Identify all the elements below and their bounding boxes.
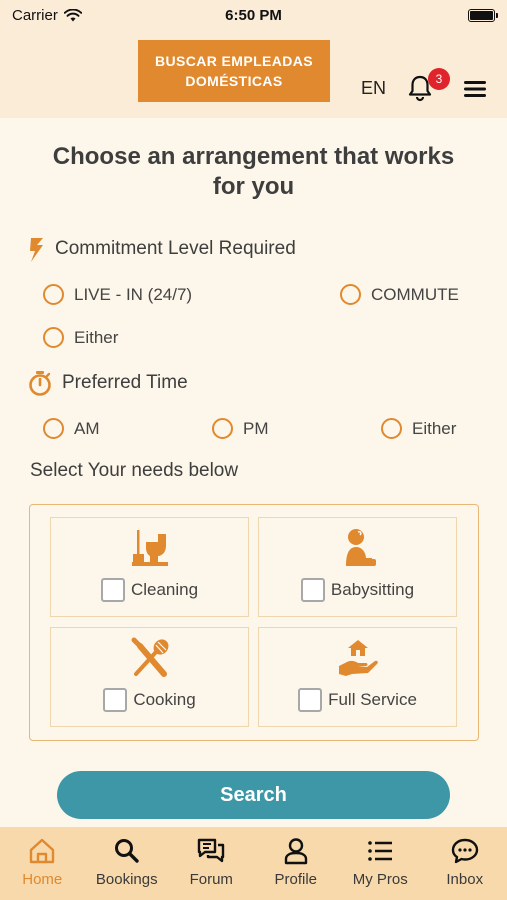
home-icon	[30, 838, 55, 864]
commitment-label: Commitment Level Required	[55, 238, 296, 259]
checkbox-cooking[interactable]	[103, 688, 128, 712]
language-selector[interactable]: EN	[361, 78, 386, 99]
radio-am[interactable]: AM	[43, 418, 100, 439]
need-check-row[interactable]: Babysitting	[259, 578, 456, 602]
need-card-babysitting[interactable]: Babysitting	[258, 517, 457, 617]
user-icon	[284, 838, 307, 865]
status-bar: Carrier 6:50 PM	[0, 0, 507, 30]
radio-circle[interactable]	[212, 418, 233, 439]
radio-label: COMMUTE	[371, 284, 459, 304]
tab-label: Home	[22, 871, 63, 888]
tab-label: Bookings	[95, 871, 158, 888]
need-label: Full Service	[328, 690, 417, 709]
brand-logo-button[interactable]: BUSCAR EMPLEADAS DOMÉSTICAS	[138, 40, 330, 102]
need-label: Babysitting	[330, 580, 415, 599]
need-card-full-service[interactable]: Full Service	[258, 627, 457, 727]
tab-forum[interactable]: Forum	[169, 827, 254, 900]
notification-badge: 3	[428, 68, 450, 90]
need-label: Cleaning	[130, 580, 199, 599]
app-header: BUSCAR EMPLEADAS DOMÉSTICAS EN 3	[0, 30, 507, 118]
tab-label: Inbox	[446, 871, 484, 888]
radio-label: LIVE - IN (24/7)	[74, 284, 193, 304]
chat-icon	[198, 838, 225, 863]
list-icon	[368, 841, 393, 861]
stopwatch-icon	[29, 371, 51, 396]
radio-label: AM	[74, 418, 100, 438]
radio-label: Either	[74, 327, 119, 347]
radio-commitment-either[interactable]: Either	[43, 327, 118, 348]
full-service-icon	[338, 640, 378, 676]
tab-profile[interactable]: Profile	[254, 827, 339, 900]
need-card-cooking[interactable]: Cooking	[50, 627, 249, 727]
needs-grid: Cleaning Babysitting Cooking Full Servic…	[29, 504, 479, 741]
search-icon	[114, 839, 139, 863]
radio-label: Either	[412, 418, 457, 438]
commitment-icon	[30, 238, 43, 262]
wifi-icon	[63, 8, 82, 21]
cooking-icon	[131, 637, 168, 677]
need-check-row[interactable]: Full Service	[259, 688, 456, 712]
checkbox-babysitting[interactable]	[300, 578, 325, 602]
hamburger-menu-icon[interactable]	[464, 80, 486, 98]
preferred-time-label: Preferred Time	[62, 372, 188, 393]
radio-pm[interactable]: PM	[212, 418, 269, 439]
status-left: Carrier	[12, 7, 82, 24]
radio-circle[interactable]	[381, 418, 402, 439]
tab-my-pros[interactable]: My Pros	[338, 827, 423, 900]
radio-time-either[interactable]: Either	[381, 418, 456, 439]
tab-bar: Home Bookings Forum Profile My Pros Inbo…	[0, 827, 507, 900]
checkbox-cleaning[interactable]	[100, 578, 125, 602]
tab-inbox[interactable]: Inbox	[423, 827, 507, 900]
need-label: Cooking	[133, 690, 196, 709]
checkbox-full-service[interactable]	[298, 688, 323, 712]
radio-circle[interactable]	[43, 327, 64, 348]
cleaning-icon	[131, 530, 168, 566]
radio-label: PM	[243, 418, 269, 438]
tab-label: Profile	[274, 871, 318, 888]
tab-label: Forum	[189, 871, 233, 888]
need-check-row[interactable]: Cleaning	[51, 578, 248, 602]
page-title: Choose an arrangement that works for you	[52, 143, 455, 200]
tab-home[interactable]: Home	[0, 827, 85, 900]
radio-circle[interactable]	[43, 418, 64, 439]
battery-icon	[468, 8, 498, 22]
radio-commute[interactable]: COMMUTE	[340, 284, 459, 305]
needs-label: Select Your needs below	[30, 460, 239, 481]
radio-live-in[interactable]: LIVE - IN (24/7)	[43, 284, 192, 305]
tab-label: My Pros	[352, 871, 408, 888]
carrier-label: Carrier	[12, 6, 58, 24]
tab-bookings[interactable]: Bookings	[85, 827, 170, 900]
need-card-cleaning[interactable]: Cleaning	[50, 517, 249, 617]
search-button[interactable]: Search	[57, 771, 450, 819]
radio-circle[interactable]	[43, 284, 64, 305]
message-icon	[451, 838, 478, 864]
radio-circle[interactable]	[340, 284, 361, 305]
baby-icon	[345, 529, 376, 566]
need-check-row[interactable]: Cooking	[51, 688, 248, 712]
